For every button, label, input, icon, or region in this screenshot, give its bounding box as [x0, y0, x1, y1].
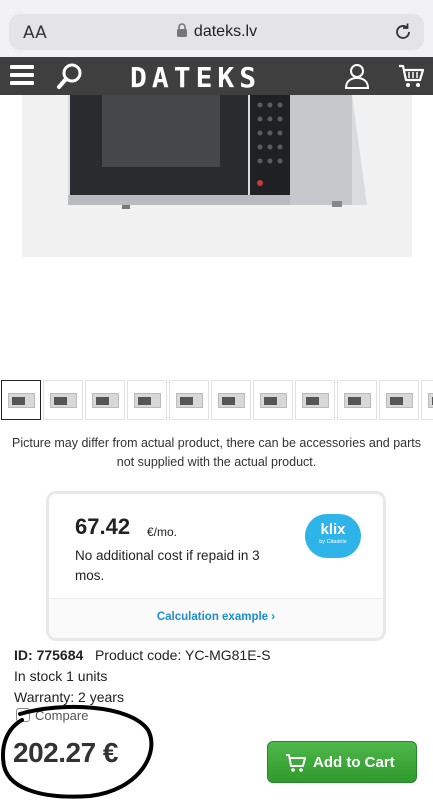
thumbnail-strip — [0, 380, 433, 420]
microwave-image — [22, 95, 412, 257]
monthly-price: 67.42 — [75, 514, 131, 539]
thumbnail[interactable] — [253, 380, 293, 420]
url-text: dateks.lv — [193, 23, 258, 40]
lock-icon — [176, 23, 187, 37]
product-code-value: YC-MG81E-S — [184, 647, 271, 663]
financing-footer: Calculation example › — [49, 598, 383, 638]
compare-label: Compare — [35, 708, 89, 723]
financing-note: No additional cost if repaid in 3 mos. — [75, 548, 260, 583]
url-display[interactable]: dateks.lv — [9, 23, 424, 41]
cart-icon — [286, 754, 306, 772]
product-price: 202.27 € — [13, 737, 119, 768]
product-code-label: Product code: — [94, 647, 182, 663]
site-logo[interactable]: DATEKS — [130, 61, 261, 94]
add-to-cart-label: Add to Cart — [313, 754, 395, 771]
image-disclaimer: Picture may differ from actual product, … — [12, 436, 421, 469]
thumbnail[interactable] — [379, 380, 419, 420]
thumbnail[interactable] — [211, 380, 251, 420]
thumbnail[interactable] — [169, 380, 209, 420]
monthly-unit: €/mo. — [147, 525, 178, 539]
thumbnail[interactable] — [1, 380, 41, 420]
search-icon[interactable] — [55, 61, 85, 91]
thumbnail[interactable] — [421, 380, 433, 420]
reload-icon[interactable] — [392, 21, 414, 43]
calculation-example-link[interactable]: Calculation example › — [49, 611, 383, 623]
product-info: ID: 775684 Product code: YC-MG81E-S In s… — [14, 645, 414, 708]
thumbnail[interactable] — [295, 380, 335, 420]
thumbnail[interactable] — [43, 380, 83, 420]
klix-logo-text: klix — [320, 521, 346, 538]
stock-status: In stock 1 units — [14, 668, 108, 684]
url-field[interactable]: AA dateks.lv — [9, 14, 424, 50]
site-header: DATEKS — [0, 57, 433, 95]
id-label: ID: — [14, 647, 33, 663]
chevron-right-icon: › — [271, 611, 276, 623]
klix-logo: klix by Citadele — [305, 514, 361, 558]
product-main-image[interactable] — [22, 95, 412, 257]
warranty: Warranty: 2 years — [14, 689, 124, 705]
browser-address-bar: AA dateks.lv — [0, 0, 433, 57]
user-icon[interactable] — [344, 63, 370, 89]
thumbnail[interactable] — [127, 380, 167, 420]
thumbnail[interactable] — [337, 380, 377, 420]
checkbox-icon[interactable] — [16, 708, 30, 722]
financing-card: 67.42 €/mo. No additional cost if repaid… — [46, 491, 386, 641]
klix-logo-subtext: by Citadele — [319, 539, 347, 545]
product-id-row: ID: 775684 Product code: YC-MG81E-S — [14, 645, 414, 666]
cart-icon[interactable] — [398, 64, 424, 88]
add-to-cart-button[interactable]: Add to Cart — [267, 741, 417, 783]
compare-checkbox[interactable]: Compare — [16, 708, 88, 723]
calculation-link-label: Calculation example — [156, 611, 269, 623]
id-value: 775684 — [36, 647, 84, 663]
thumbnail[interactable] — [85, 380, 125, 420]
menu-icon[interactable] — [10, 65, 34, 87]
